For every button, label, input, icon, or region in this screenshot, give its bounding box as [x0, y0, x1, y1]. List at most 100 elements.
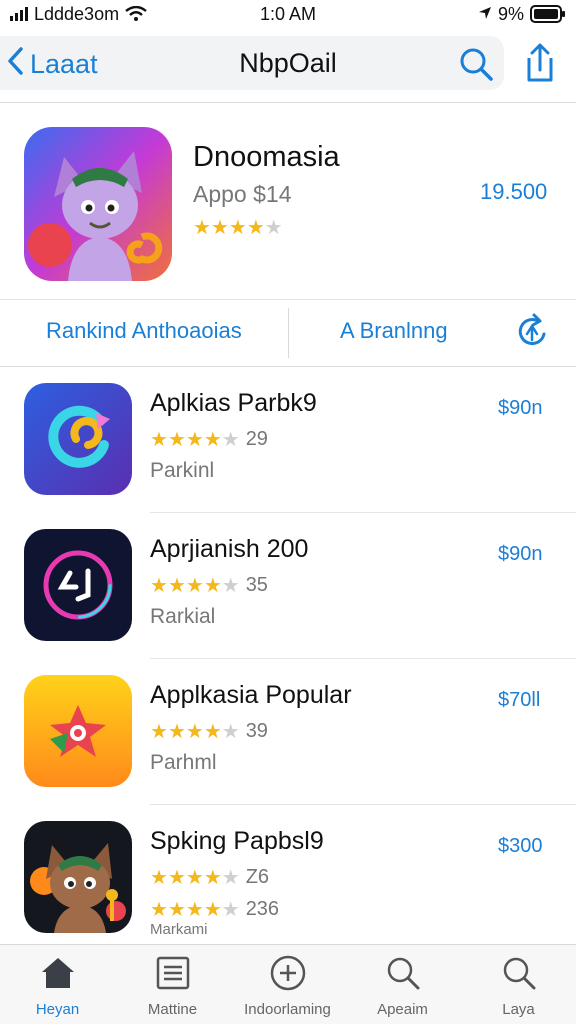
star-icon: ★: [193, 217, 211, 239]
list-item[interactable]: Aplkias Parbk9 ★★★★★ 29 Parkinl $90n: [0, 367, 576, 513]
app-rating-secondary: ★★★★★ 236: [150, 897, 279, 922]
featured-app-name: Dnoomasia: [193, 141, 340, 173]
star-icon: ★: [210, 217, 229, 239]
star-icon: ★: [221, 721, 240, 743]
tab-label: Apeaim: [377, 1001, 428, 1018]
rating-count: Z6: [245, 866, 270, 888]
app-subtitle: Parkinl: [150, 459, 215, 482]
chevron-left-icon: [6, 46, 24, 83]
rating-count: 39: [245, 720, 268, 742]
battery-icon: [530, 5, 566, 23]
app-rating: ★★★★★ 39: [150, 719, 268, 744]
star-icon: ★: [221, 867, 240, 889]
star-icon: ★: [185, 575, 204, 597]
star-icon: ★: [221, 575, 240, 597]
list-item[interactable]: Spking Papbsl9 ★★★★★ Z6 ★★★★★ 236 Markam…: [0, 805, 576, 944]
star-icon: ★: [203, 899, 222, 921]
star-icon: ★: [203, 867, 222, 889]
star-icon: ★: [203, 575, 222, 597]
star-icon: ★: [185, 721, 204, 743]
tab-add[interactable]: Indoorlaming: [230, 953, 345, 1023]
featured-app-subtitle: Appo $14: [193, 181, 292, 207]
app-icon[interactable]: [24, 821, 132, 933]
location-arrow-icon: [478, 4, 492, 25]
app-icon[interactable]: [24, 529, 132, 641]
app-name: Spking Papbsl9: [150, 827, 324, 855]
plus-circle-icon: [268, 953, 308, 993]
featured-app-price[interactable]: 19.500: [480, 179, 547, 205]
star-icon: ★: [264, 217, 283, 239]
star-icon: ★: [150, 721, 168, 743]
branding-link[interactable]: A Branlnng: [340, 318, 448, 344]
rating-count: 29: [245, 428, 268, 450]
tab-label: Indoorlaming: [244, 1001, 331, 1018]
search-icon: [499, 953, 539, 993]
app-subtitle: Rarkial: [150, 605, 216, 628]
tab-label: Mattine: [147, 1001, 198, 1018]
star-icon: ★: [185, 429, 204, 451]
app-name: Aprjianish 200: [150, 535, 309, 563]
navigation-bar: Laaat NbpOail: [0, 36, 576, 92]
refresh-icon[interactable]: [512, 312, 552, 352]
star-icon: ★: [185, 867, 204, 889]
star-icon: ★: [185, 899, 204, 921]
rating-count: 35: [245, 574, 268, 596]
star-icon: ★: [203, 429, 222, 451]
app-rating: ★★★★★ Z6: [150, 865, 269, 890]
star-icon: ★: [221, 899, 240, 921]
star-icon: ★: [167, 429, 186, 451]
star-icon: ★: [221, 429, 240, 451]
back-button[interactable]: Laaat: [6, 44, 98, 84]
star-icon: ★: [150, 429, 168, 451]
star-icon: ★: [167, 575, 186, 597]
star-icon: ★: [167, 899, 186, 921]
status-time: 1:0 AM: [259, 3, 317, 24]
app-subtitle: 236: [245, 898, 280, 920]
app-icon[interactable]: [24, 675, 132, 787]
status-bar: Lddde3om 1:0 AM 9%: [0, 0, 576, 28]
signal-icon: [10, 7, 28, 21]
star-icon: ★: [228, 217, 247, 239]
list-item[interactable]: Applkasia Popular ★★★★★ 39 Parhml $70ll: [0, 659, 576, 805]
carrier-label: Lddde3om: [34, 3, 120, 24]
star-icon: ★: [246, 217, 265, 239]
tab-home[interactable]: Heyan: [0, 953, 115, 1023]
app-rating: ★★★★★ 29: [150, 427, 268, 452]
tab-label: Heyan: [35, 1001, 80, 1018]
tab-search[interactable]: Apeaim: [345, 953, 460, 1023]
tab-list[interactable]: Mattine: [115, 953, 230, 1023]
tab-label: Laya: [502, 1001, 535, 1018]
app-name: Aplkias Parbk9: [150, 389, 317, 417]
featured-app-rating: ★★★★★: [193, 215, 283, 240]
app-rating: ★★★★★ 35: [150, 573, 268, 598]
back-label: Laaat: [30, 48, 98, 79]
status-left: Lddde3om: [10, 4, 147, 25]
star-icon: ★: [203, 721, 222, 743]
app-price-button[interactable]: $90n: [498, 397, 543, 420]
app-price-button[interactable]: $70ll: [498, 689, 540, 712]
star-icon: ★: [150, 867, 168, 889]
wifi-icon: [125, 6, 147, 22]
tab-search-alt[interactable]: Laya: [461, 953, 576, 1023]
app-price-button[interactable]: $90n: [498, 543, 543, 566]
app-price-button[interactable]: $300: [498, 835, 543, 858]
share-icon[interactable]: [520, 42, 560, 84]
ranking-link[interactable]: Rankind Anthoaoias: [46, 318, 242, 344]
battery-percent: 9%: [497, 3, 524, 24]
list-icon: [153, 953, 193, 993]
action-separator: [288, 308, 289, 358]
featured-app-icon[interactable]: [24, 127, 172, 281]
star-icon: ★: [150, 575, 168, 597]
list-item[interactable]: Aprjianish 200 ★★★★★ 35 Rarkial $90n: [0, 513, 576, 659]
star-icon: ★: [167, 867, 186, 889]
featured-app[interactable]: Dnoomasia Appo $14 19.500 ★★★★★ Rankind …: [0, 103, 576, 367]
star-icon: ★: [150, 899, 168, 921]
app-icon[interactable]: [24, 383, 132, 495]
star-icon: ★: [167, 721, 186, 743]
search-icon[interactable]: [456, 44, 496, 84]
app-name: Applkasia Popular: [150, 681, 352, 709]
app-subtitle-cut: Markami: [150, 921, 208, 938]
tab-bar: Heyan Mattine Indoorlaming Apeaim Laya: [0, 944, 576, 1024]
home-icon: [38, 953, 78, 993]
app-subtitle: Parhml: [150, 751, 217, 774]
